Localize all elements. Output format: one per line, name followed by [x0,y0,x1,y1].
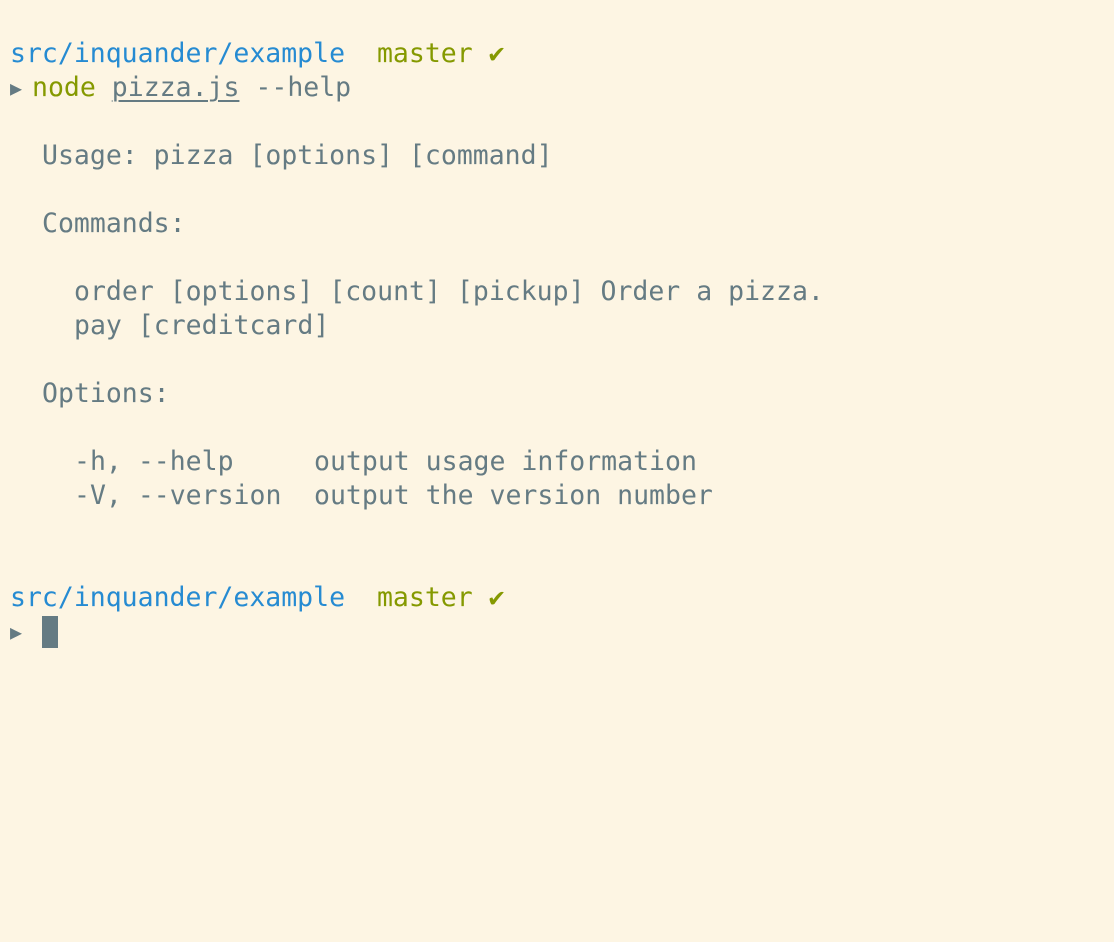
text-cursor[interactable] [42,616,58,648]
option-flag: -h, --help [74,446,234,477]
git-clean-check-icon: ✔ [488,38,505,69]
command-program: node [32,72,96,103]
usage-line: Usage: pizza [options] [command] [42,140,553,171]
command-file: pizza.js [111,72,240,103]
prompt-arrow-icon: ▶ [10,620,23,644]
prompt-arrow-icon: ▶ [10,76,23,100]
input-line[interactable]: ▶ [10,615,1104,649]
option-desc: output usage information [314,446,697,477]
command-args: --help [255,72,352,103]
command-entry-order: order [options] [count] [pickup] Order a… [74,276,824,307]
options-heading: Options: [42,378,170,409]
prompt-line: src/inquander/example master ✔ [10,581,1104,615]
git-clean-check-icon: ✔ [488,582,505,613]
option-entry-version: -V, --version output the version number [10,479,1104,513]
option-flag: -V, --version [74,480,282,511]
git-branch: master [376,38,473,69]
terminal-output[interactable]: src/inquander/example master ✔ ▶ node piz… [10,37,1104,649]
option-desc: output the version number [314,480,713,511]
git-branch: master [376,582,473,613]
prompt-line: src/inquander/example master ✔ [10,37,1104,71]
prompt-path: src/inquander/example [10,38,346,69]
command-line: ▶ node pizza.js --help [10,71,1104,105]
commands-heading: Commands: [42,208,186,239]
prompt-path: src/inquander/example [10,582,346,613]
command-entry-pay: pay [creditcard] [74,310,330,341]
option-entry-help: -h, --help output usage information [10,445,1104,479]
